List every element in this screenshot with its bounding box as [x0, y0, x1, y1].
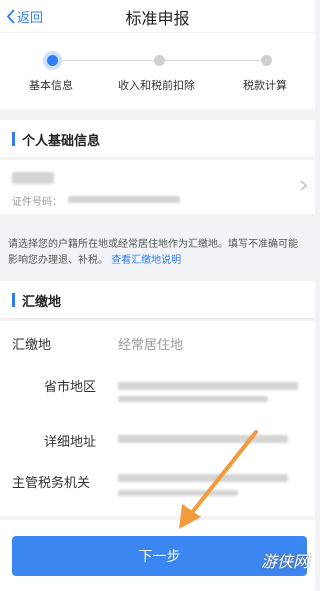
redacted-province-line2 [118, 396, 268, 402]
payment-location-header: 汇缴地 [0, 281, 315, 319]
address-label: 详细地址 [44, 435, 97, 450]
personal-info-title: 个人基础信息 [22, 134, 101, 149]
personal-info-row[interactable]: 证件号码： [0, 160, 315, 214]
province-row[interactable]: 省市地区 [0, 364, 315, 407]
redacted-address [118, 435, 288, 443]
chevron-right-icon [300, 180, 307, 191]
section-accent-bar [12, 293, 15, 307]
step-label-tax-calc: 税款计算 [243, 79, 287, 92]
progress-steps: 基本信息 收入和税前扣除 税款计算 [0, 33, 315, 109]
address-row[interactable]: 详细地址 [0, 419, 315, 462]
notice-text: 请选择您的户籍所在地或经常居住地作为汇缴地。填写不准确可能影响您办理退、补税。 … [0, 232, 315, 278]
payment-location-form: 汇缴地 经常居住地 省市地区 详细地址 主管税务机关 [0, 321, 315, 516]
step-dot-basic-info [47, 55, 58, 66]
redacted-id-number [68, 196, 180, 203]
step-dot-tax-calc [261, 55, 272, 66]
step-label-income: 收入和税前扣除 [118, 79, 195, 92]
tax-office-row[interactable]: 主管税务机关 [0, 462, 315, 505]
page-title: 标准申报 [125, 9, 190, 28]
location-type-label: 汇缴地 [12, 338, 52, 353]
step-label-basic-info: 基本信息 [29, 79, 73, 92]
personal-info-header: 个人基础信息 [0, 120, 315, 158]
payment-location-help-link[interactable]: 查看汇缴地说明 [111, 255, 181, 266]
section-accent-bar [12, 132, 15, 146]
watermark: 游侠网 [260, 552, 309, 571]
step-dot-income [154, 55, 165, 66]
redacted-name [12, 172, 54, 184]
tax-office-label: 主管税务机关 [12, 476, 91, 491]
redacted-province [118, 382, 298, 390]
province-label: 省市地区 [44, 380, 97, 395]
id-number-label: 证件号码： [12, 197, 62, 208]
location-type-value[interactable]: 经常居住地 [118, 334, 183, 353]
redacted-tax-office-line2 [118, 490, 238, 496]
location-type-row[interactable]: 汇缴地 经常居住地 [0, 321, 315, 364]
navigation-bar: 返回 标准申报 [0, 0, 315, 32]
payment-location-title: 汇缴地 [22, 295, 62, 310]
redacted-tax-office [118, 474, 288, 482]
